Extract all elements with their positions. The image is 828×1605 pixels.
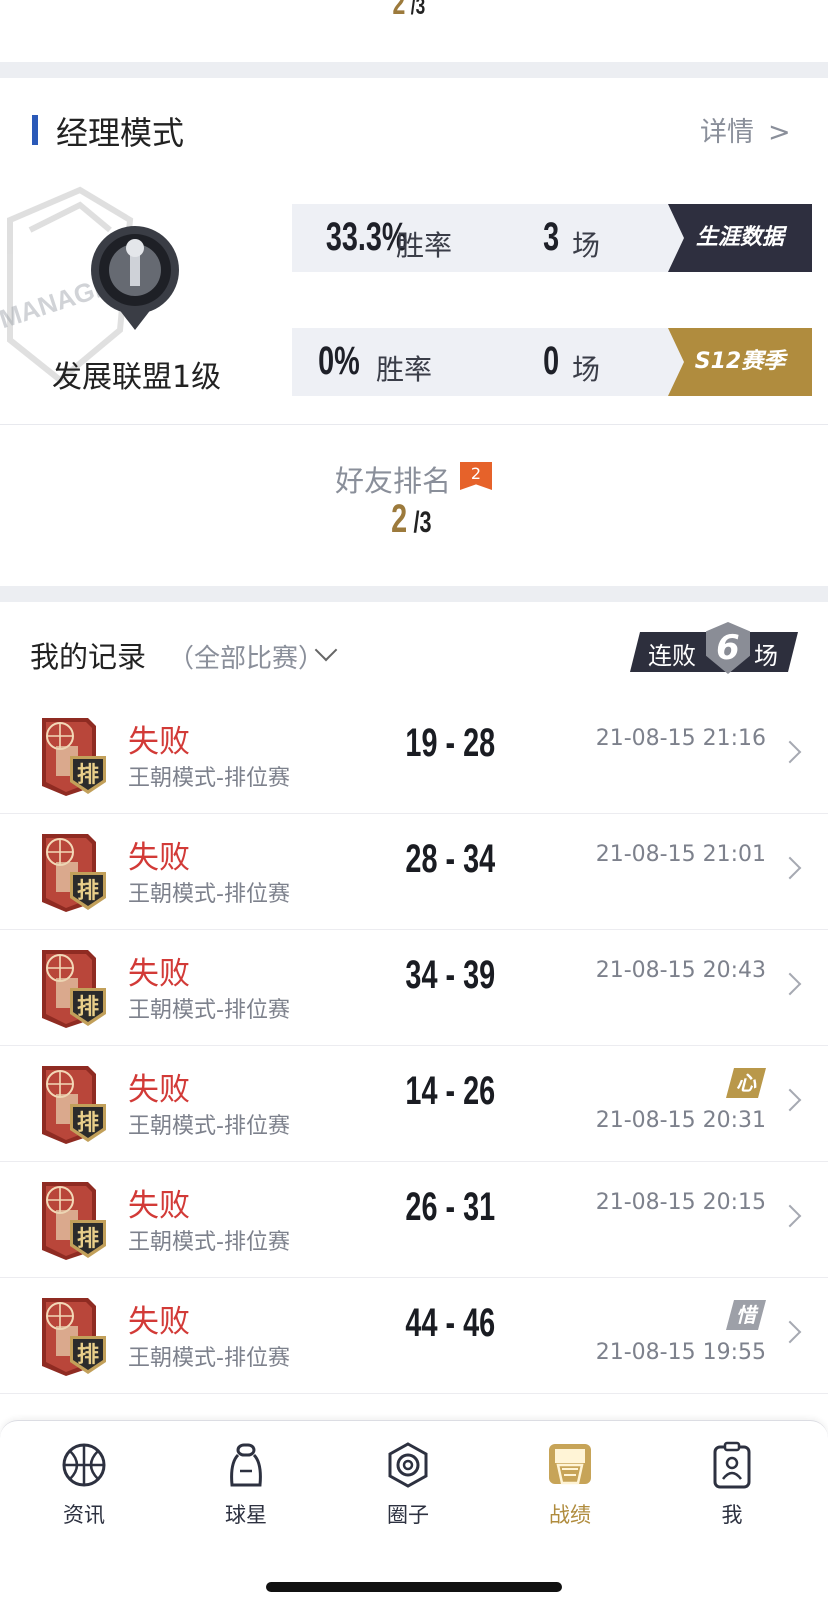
friend-rank-fraction: 2/3 bbox=[391, 497, 432, 541]
streak-label: 连败 bbox=[648, 642, 696, 670]
match-result: 失败 bbox=[128, 1304, 190, 1340]
tab-label: 资讯 bbox=[63, 1503, 105, 1527]
tab-label: 战绩 bbox=[549, 1503, 591, 1527]
games-label: 场 bbox=[572, 229, 601, 262]
match-tag: 惜 bbox=[726, 1300, 766, 1330]
record-row[interactable]: 排 失败王朝模式-排位赛 19 - 28 21-08-15 21:16 bbox=[0, 698, 828, 814]
match-result: 失败 bbox=[128, 956, 190, 992]
chevron-right-icon bbox=[778, 740, 802, 764]
season-stats-row[interactable]: 0% 胜率 0 场 S12赛季 bbox=[292, 328, 812, 396]
record-row[interactable]: 排 失败王朝模式-排位赛 44 - 46 惜 21-08-15 19:55 bbox=[0, 1278, 828, 1394]
match-result: 失败 bbox=[128, 840, 190, 876]
match-tag: 心 bbox=[726, 1068, 766, 1098]
tab-label: 球星 bbox=[225, 1503, 267, 1527]
ranked-basketball-icon: 排 bbox=[42, 1298, 106, 1376]
win-rate-value: 0% bbox=[318, 339, 360, 383]
tab-records[interactable]: 战绩 bbox=[510, 1441, 630, 1529]
match-score: 34 - 39 bbox=[405, 953, 495, 997]
record-row[interactable]: 排 失败王朝模式-排位赛 26 - 31 21-08-15 20:15 bbox=[0, 1162, 828, 1278]
ranked-badge-text: 排 bbox=[77, 995, 99, 1020]
ranked-basketball-icon: 排 bbox=[42, 950, 106, 1028]
match-time: 21-08-15 20:15 bbox=[595, 1190, 766, 1215]
player-icon bbox=[230, 1443, 262, 1487]
match-result: 失败 bbox=[128, 1072, 190, 1108]
match-mode: 王朝模式-排位赛 bbox=[128, 1346, 290, 1371]
tab-label: 圈子 bbox=[387, 1503, 429, 1527]
detail-label: 详情 bbox=[700, 117, 754, 148]
games-count: 3 bbox=[543, 215, 560, 259]
match-time: 21-08-15 21:16 bbox=[595, 726, 766, 751]
career-stats-row[interactable]: 33.3% 胜率 3 场 生涯数据 bbox=[292, 204, 812, 272]
match-time: 21-08-15 20:43 bbox=[595, 958, 766, 983]
match-score: 26 - 31 bbox=[405, 1185, 495, 1229]
section-title: 经理模式 bbox=[56, 114, 185, 152]
bottom-tab-bar: 资讯 球星 圈子 战绩 我 bbox=[0, 1420, 828, 1605]
match-result: 失败 bbox=[128, 724, 190, 760]
match-mode: 王朝模式-排位赛 bbox=[128, 766, 290, 791]
tab-label: 我 bbox=[721, 1503, 743, 1527]
section-separator bbox=[0, 62, 828, 78]
win-rate-label: 胜率 bbox=[376, 353, 433, 386]
chevron-right-icon bbox=[778, 856, 802, 880]
career-data-tag[interactable]: 生涯数据 bbox=[668, 204, 812, 272]
previous-rank-fraction: 2/3 bbox=[392, 0, 426, 21]
match-time: 21-08-15 20:31 bbox=[595, 1108, 766, 1133]
tab-circle[interactable]: 圈子 bbox=[348, 1441, 468, 1529]
manager-level-label: 发展联盟1级 bbox=[52, 360, 222, 395]
record-row[interactable]: 排 失败王朝模式-排位赛 14 - 26 心 21-08-15 20:31 bbox=[0, 1046, 828, 1162]
chevron-right-icon bbox=[778, 1088, 802, 1112]
match-time: 21-08-15 19:55 bbox=[595, 1340, 766, 1365]
ranked-badge-text: 排 bbox=[77, 1343, 99, 1368]
circle-icon bbox=[388, 1442, 428, 1488]
match-mode: 王朝模式-排位赛 bbox=[128, 998, 290, 1023]
records-filter[interactable]: （全部比赛） bbox=[168, 638, 324, 675]
match-score: 28 - 34 bbox=[405, 837, 495, 881]
section-separator bbox=[0, 586, 828, 602]
basketball-icon bbox=[62, 1443, 106, 1487]
match-mode: 王朝模式-排位赛 bbox=[128, 1114, 290, 1139]
win-rate-label: 胜率 bbox=[396, 229, 453, 262]
match-time: 21-08-15 21:01 bbox=[595, 842, 766, 867]
ranked-badge-text: 排 bbox=[77, 1111, 99, 1136]
tab-me[interactable]: 我 bbox=[672, 1441, 792, 1529]
match-result: 失败 bbox=[128, 1188, 190, 1224]
ranked-basketball-icon: 排 bbox=[42, 1066, 106, 1144]
chevron-right-icon: > bbox=[768, 117, 791, 148]
chevron-right-icon bbox=[778, 1320, 802, 1344]
season-tag[interactable]: S12赛季 bbox=[668, 328, 812, 396]
match-mode: 王朝模式-排位赛 bbox=[128, 882, 290, 907]
tab-news[interactable]: 资讯 bbox=[24, 1441, 144, 1529]
friend-rank-title[interactable]: 好友排名 bbox=[335, 458, 451, 500]
record-row[interactable]: 排 失败王朝模式-排位赛 28 - 34 21-08-15 21:01 bbox=[0, 814, 828, 930]
home-indicator[interactable] bbox=[266, 1582, 562, 1592]
ranked-badge-text: 排 bbox=[77, 879, 99, 904]
tab-stars[interactable]: 球星 bbox=[186, 1441, 306, 1529]
section-accent-bar bbox=[32, 115, 38, 145]
records-title: 我的记录 bbox=[30, 640, 147, 674]
chevron-right-icon bbox=[778, 1204, 802, 1228]
match-score: 19 - 28 bbox=[405, 721, 495, 765]
match-mode: 王朝模式-排位赛 bbox=[128, 1230, 290, 1255]
ranked-basketball-icon: 排 bbox=[42, 1182, 106, 1260]
ranked-basketball-icon: 排 bbox=[42, 718, 106, 796]
match-score: 14 - 26 bbox=[405, 1069, 495, 1113]
rank-flag-icon: 2 bbox=[460, 462, 492, 490]
ranked-basketball-icon: 排 bbox=[42, 834, 106, 912]
ranked-badge-text: 排 bbox=[77, 1227, 99, 1252]
profile-card-icon bbox=[713, 1441, 751, 1489]
match-score: 44 - 46 bbox=[405, 1301, 495, 1345]
record-row[interactable]: 排 失败王朝模式-排位赛 34 - 39 21-08-15 20:43 bbox=[0, 930, 828, 1046]
detail-link[interactable]: 详情 > bbox=[700, 110, 791, 149]
chevron-right-icon bbox=[778, 972, 802, 996]
games-label: 场 bbox=[572, 353, 601, 386]
divider bbox=[0, 424, 828, 425]
games-count: 0 bbox=[543, 339, 560, 383]
streak-unit: 场 bbox=[754, 642, 778, 670]
record-hoop-icon bbox=[549, 1444, 591, 1485]
ranked-badge-text: 排 bbox=[77, 763, 99, 788]
